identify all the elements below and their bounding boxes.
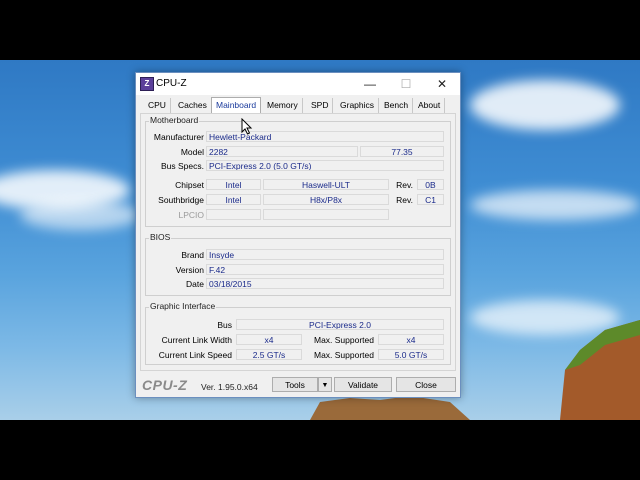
mouse-pointer-icon	[241, 118, 253, 135]
bus-specs-value: PCI-Express 2.0 (5.0 GT/s)	[206, 160, 444, 171]
southbridge-name-value: H8x/P8x	[263, 194, 389, 205]
bios-date-value: 03/18/2015	[206, 278, 444, 289]
wallpaper-cliff	[560, 320, 640, 420]
chipset-vendor-value: Intel	[206, 179, 261, 190]
bios-brand-value: Insyde	[206, 249, 444, 260]
tab-caches[interactable]: Caches	[174, 98, 212, 113]
max-speed-label: Max. Supported	[313, 350, 374, 360]
bus-specs-label: Bus Specs.	[161, 161, 204, 171]
graphic-interface-group: Graphic Interface Bus PCI-Express 2.0 Cu…	[145, 301, 451, 365]
motherboard-group: Motherboard Manufacturer Hewlett-Packard…	[145, 115, 451, 227]
bios-group-title: BIOS	[149, 232, 172, 242]
maximize-button[interactable]: ☐	[388, 73, 424, 95]
lpcio-vendor-value	[206, 209, 261, 220]
tab-about[interactable]: About	[414, 98, 446, 113]
cpuz-logo: CPU-Z	[142, 377, 188, 393]
graphic-interface-group-title: Graphic Interface	[149, 301, 217, 311]
mainboard-panel: Motherboard Manufacturer Hewlett-Packard…	[140, 113, 456, 371]
tab-cpu[interactable]: CPU	[144, 98, 171, 113]
lpcio-label: LPCIO	[178, 210, 204, 220]
validate-button[interactable]: Validate	[334, 377, 392, 392]
southbridge-rev-value: C1	[417, 194, 444, 205]
gi-bus-label: Bus	[217, 320, 232, 330]
wallpaper-cloud	[470, 190, 640, 220]
window-title: CPU-Z	[156, 78, 187, 89]
cpuz-app-icon: Z	[140, 77, 154, 91]
gi-bus-value: PCI-Express 2.0	[236, 319, 444, 330]
max-width-value: x4	[378, 334, 444, 345]
title-bar[interactable]: Z CPU-Z — ☐ ✕	[136, 73, 460, 95]
tab-memory[interactable]: Memory	[263, 98, 303, 113]
southbridge-rev-label: Rev.	[396, 195, 413, 205]
link-speed-label: Current Link Speed	[158, 350, 232, 360]
tab-mainboard[interactable]: Mainboard	[211, 97, 262, 114]
minimize-button[interactable]: —	[352, 73, 388, 95]
chipset-rev-value: 0B	[417, 179, 444, 190]
bios-brand-label: Brand	[181, 250, 204, 260]
model-value: 2282	[206, 146, 358, 157]
model-revision-value: 77.35	[360, 146, 444, 157]
version-text: Ver. 1.95.0.x64	[201, 382, 258, 392]
close-button[interactable]: Close	[396, 377, 456, 392]
tab-graphics[interactable]: Graphics	[336, 98, 380, 113]
wallpaper-cloud	[20, 200, 140, 230]
footer-bar: CPU-Z Ver. 1.95.0.x64 Tools ▼ Validate C…	[136, 373, 460, 397]
tab-bench[interactable]: Bench	[380, 98, 414, 113]
chipset-label: Chipset	[175, 180, 204, 190]
bios-version-label: Version	[175, 265, 204, 275]
model-label: Model	[180, 147, 204, 157]
max-speed-value: 5.0 GT/s	[378, 349, 444, 360]
lpcio-name-value	[263, 209, 389, 220]
link-width-label: Current Link Width	[161, 335, 232, 345]
link-width-value: x4	[236, 334, 302, 345]
southbridge-label: Southbridge	[158, 195, 204, 205]
motherboard-group-title: Motherboard	[149, 115, 200, 125]
wallpaper-cloud	[470, 80, 620, 130]
bios-group: BIOS Brand Insyde Version F.42 Date 03/1…	[145, 232, 451, 296]
tools-button[interactable]: Tools	[272, 377, 318, 392]
cpuz-window: Z CPU-Z — ☐ ✕ CPU Caches Mainboard Memor…	[135, 72, 461, 398]
max-width-label: Max. Supported	[313, 335, 374, 345]
southbridge-vendor-value: Intel	[206, 194, 261, 205]
chipset-rev-label: Rev.	[396, 180, 413, 190]
manufacturer-label: Manufacturer	[153, 132, 204, 142]
link-speed-value: 2.5 GT/s	[236, 349, 302, 360]
bios-version-value: F.42	[206, 264, 444, 275]
tools-dropdown-arrow-icon[interactable]: ▼	[318, 377, 332, 392]
bios-date-label: Date	[186, 279, 204, 289]
close-window-button[interactable]: ✕	[424, 73, 460, 95]
tab-spd[interactable]: SPD	[307, 98, 334, 113]
chipset-name-value: Haswell-ULT	[263, 179, 389, 190]
